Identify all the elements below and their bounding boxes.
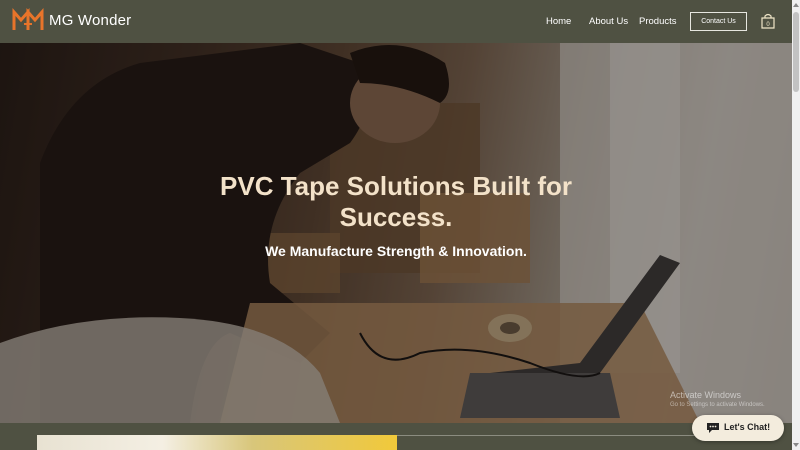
lets-chat-button[interactable]: Let's Chat!	[692, 415, 784, 441]
chat-bubble-icon	[707, 423, 719, 433]
nav-home[interactable]: Home	[546, 16, 571, 27]
activate-windows-title: Activate Windows	[670, 390, 742, 400]
nav-products[interactable]: Products	[639, 16, 677, 27]
scroll-up-arrow-icon[interactable]	[793, 2, 799, 8]
contact-us-button[interactable]: Contact Us	[690, 12, 747, 31]
nav-about-us[interactable]: About Us	[589, 16, 628, 27]
brand-name[interactable]: MG Wonder	[49, 12, 131, 29]
hero-overlay	[0, 43, 792, 423]
hero-subtitle: We Manufacture Strength & Innovation.	[265, 243, 527, 259]
site-header: MG Wonder Home About Us Products Contact…	[0, 0, 792, 43]
scrollbar-thumb[interactable]	[793, 12, 799, 92]
scroll-down-arrow-icon[interactable]	[793, 442, 799, 448]
chat-label: Let's Chat!	[724, 422, 771, 432]
hero-title: PVC Tape Solutions Built for Success.	[220, 171, 572, 232]
activate-windows-subtitle: Go to Settings to activate Windows.	[670, 402, 765, 408]
shopping-bag-icon[interactable]: 0	[761, 13, 775, 29]
mg-logo-icon[interactable]	[12, 8, 44, 32]
cart-count: 0	[766, 22, 770, 28]
next-section	[0, 423, 792, 450]
page-scrollbar[interactable]	[792, 0, 800, 450]
hero-banner: PVC Tape Solutions Built for Success. We…	[0, 43, 792, 423]
section-image	[37, 435, 397, 450]
